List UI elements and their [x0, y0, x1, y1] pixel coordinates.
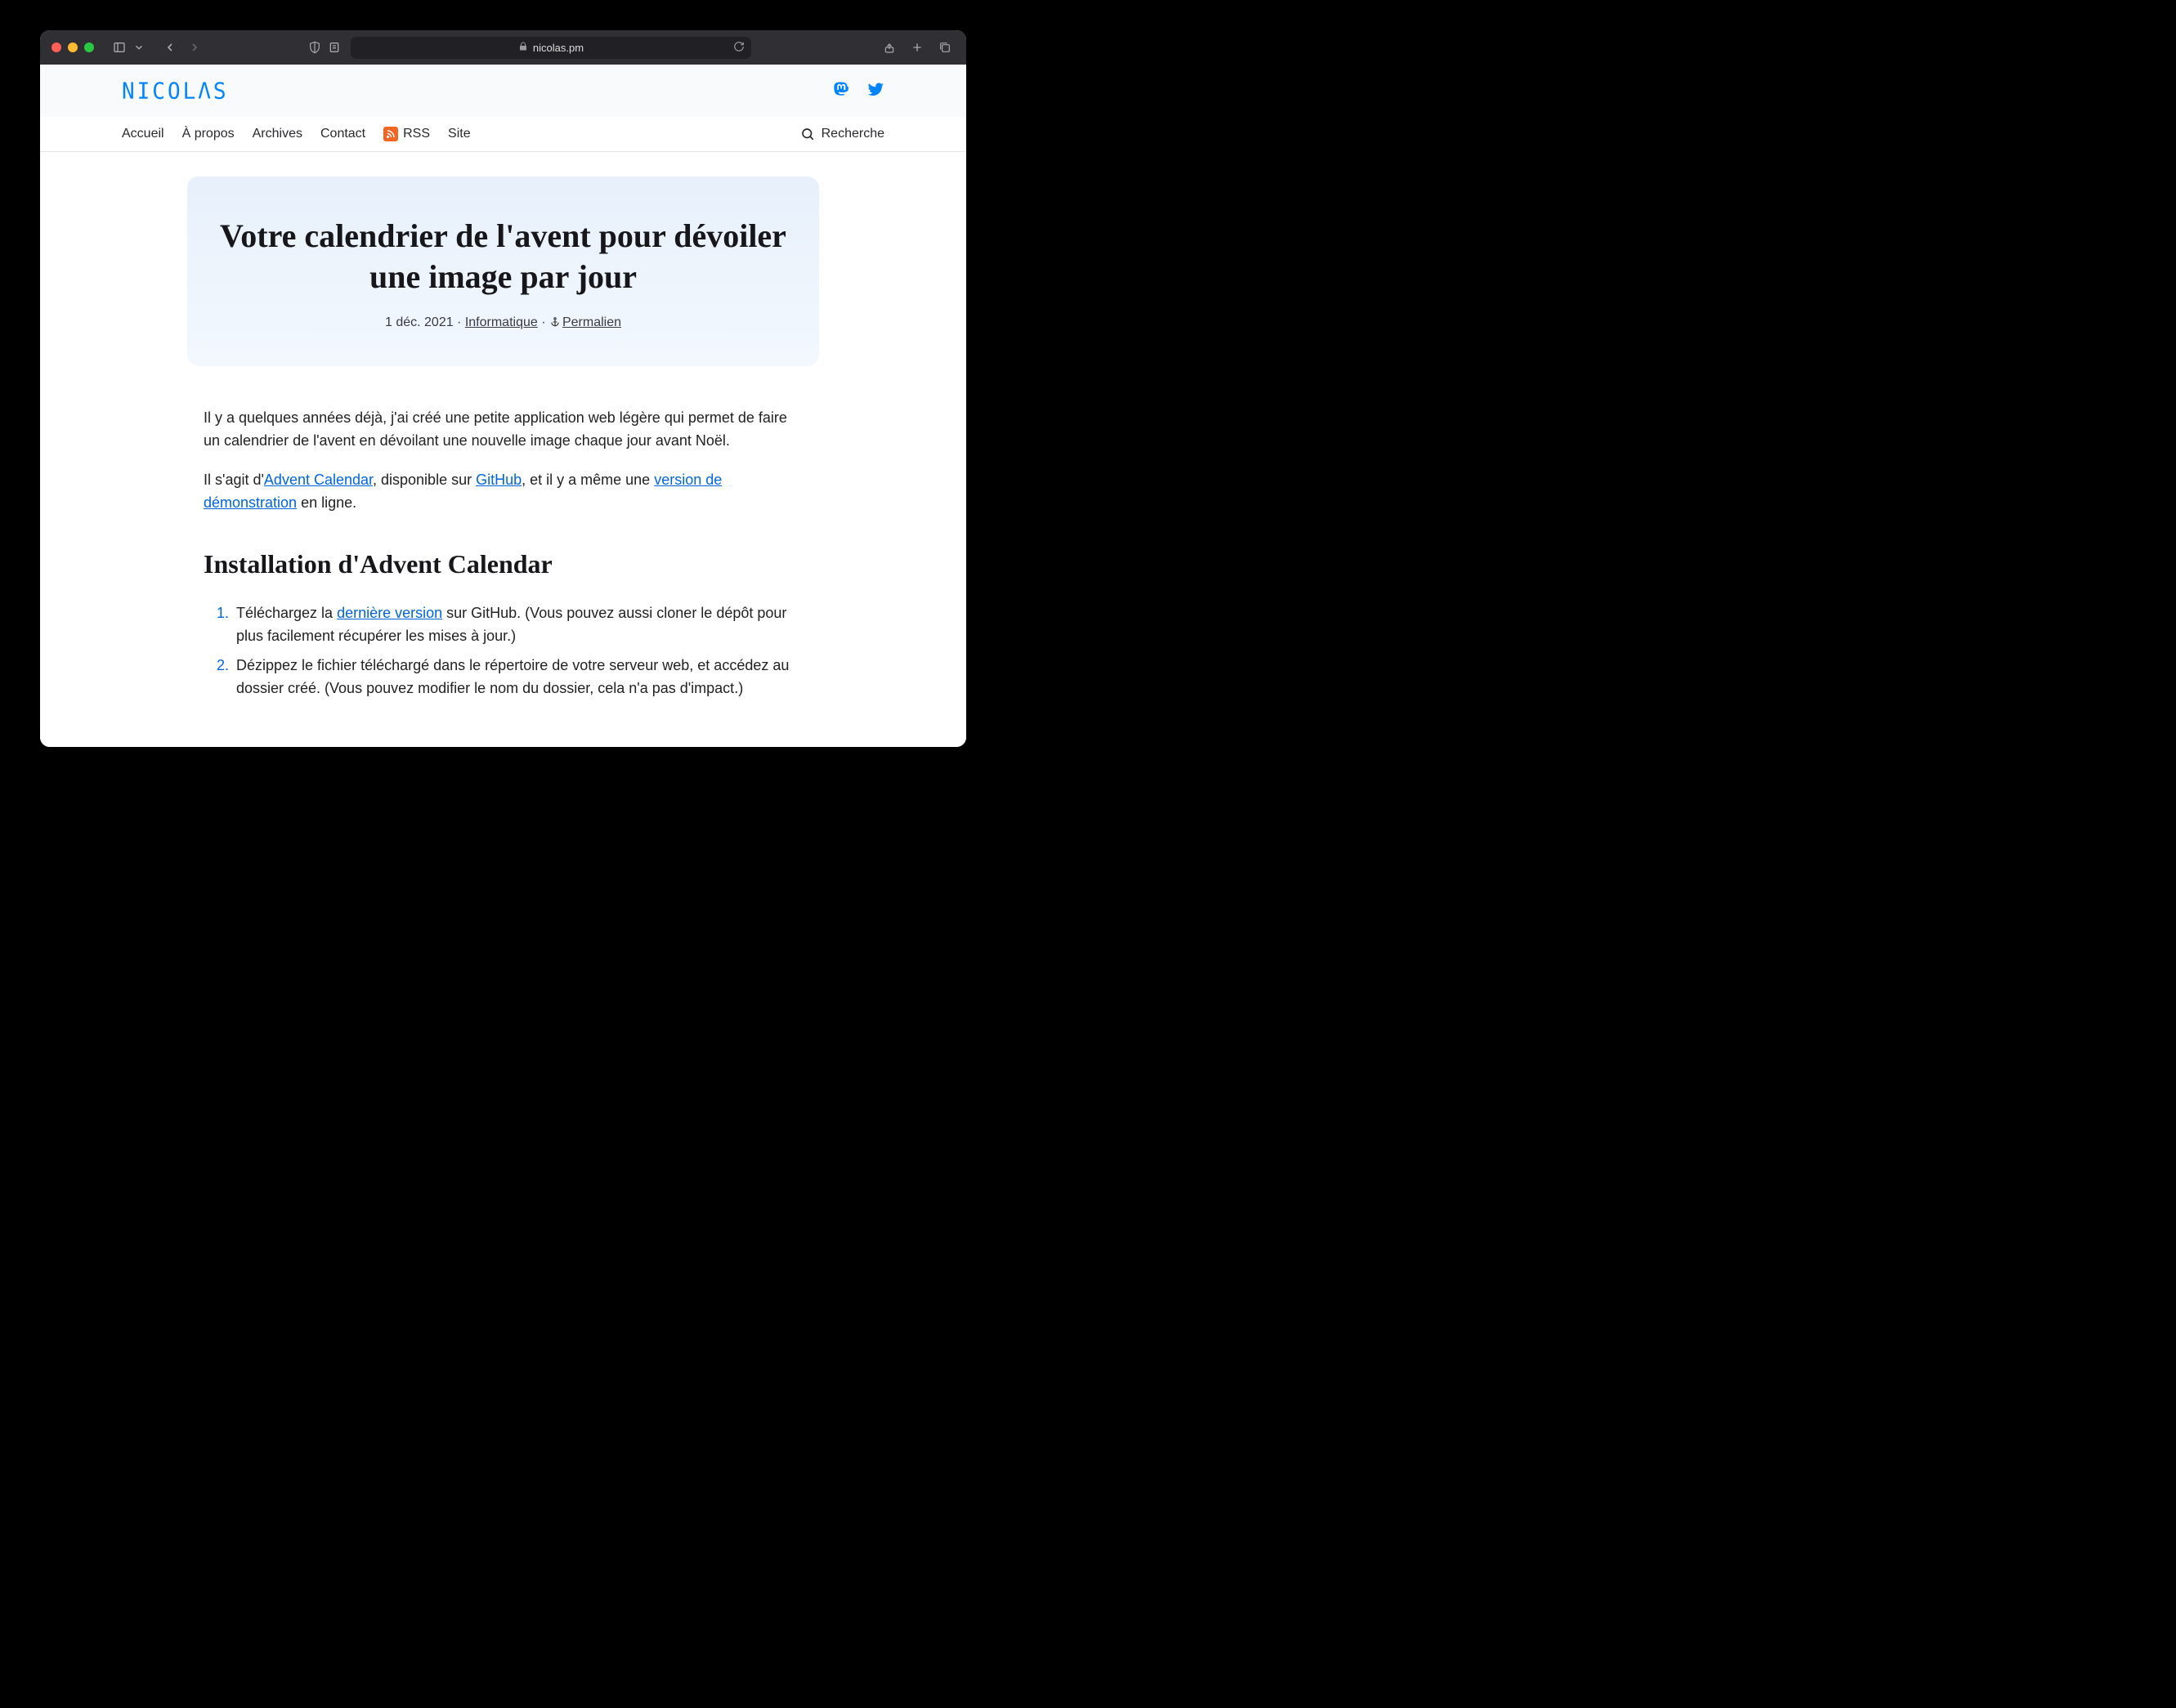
sidebar-toggle-button[interactable] [109, 37, 130, 58]
nav-home[interactable]: Accueil [122, 127, 164, 141]
back-button[interactable] [159, 37, 181, 58]
paragraph: Il y a quelques années déjà, j'ai créé u… [204, 407, 803, 453]
url-text: nicolas.pm [533, 42, 584, 54]
article-permalink[interactable]: Permalien [562, 315, 621, 329]
nav-site[interactable]: Site [448, 127, 471, 141]
list-item: Téléchargez la dernière version sur GitH… [233, 602, 803, 648]
forward-button[interactable] [184, 37, 205, 58]
reload-button[interactable] [733, 41, 745, 55]
paragraph: Il s'agit d'Advent Calendar, disponible … [204, 469, 803, 515]
mastodon-link[interactable] [832, 81, 849, 102]
nav-archives[interactable]: Archives [253, 127, 302, 141]
search-icon [800, 127, 815, 141]
titlebar: nicolas.pm [40, 30, 966, 65]
nav-rss-label: RSS [403, 127, 430, 141]
format-icon[interactable] [328, 37, 341, 58]
list-item: Dézippez le fichier téléchargé dans le r… [233, 655, 803, 700]
article-meta: 1 déc. 2021 · Informatique · Permalien [220, 315, 786, 332]
twitter-link[interactable] [867, 81, 884, 102]
window-controls [51, 42, 94, 52]
address-bar[interactable]: nicolas.pm [351, 37, 751, 59]
link-github[interactable]: GitHub [476, 472, 522, 488]
article-body: Il y a quelques années déjà, j'ai créé u… [204, 407, 803, 700]
chevron-down-icon[interactable] [133, 37, 145, 58]
site-logo[interactable]: NICOLΛS [122, 78, 229, 105]
nav-about[interactable]: À propos [182, 127, 235, 141]
share-button[interactable] [879, 37, 900, 58]
article-category[interactable]: Informatique [465, 315, 538, 329]
lock-icon [518, 42, 528, 54]
search-button[interactable]: Recherche [800, 127, 884, 141]
article-hero: Votre calendrier de l'avent pour dévoile… [187, 177, 819, 366]
new-tab-button[interactable] [907, 37, 928, 58]
browser-window: nicolas.pm NICOLΛS [40, 30, 966, 747]
social-links [832, 81, 884, 102]
page-content: NICOLΛS Accueil À propos Archives Contac… [40, 65, 966, 747]
nav-contact[interactable]: Contact [320, 127, 365, 141]
section-heading: Installation d'Advent Calendar [204, 544, 803, 585]
rss-icon [383, 127, 398, 141]
close-window-button[interactable] [51, 42, 61, 52]
site-header: NICOLΛS [40, 65, 966, 117]
nav-rss[interactable]: RSS [383, 127, 430, 141]
anchor-icon [549, 316, 561, 332]
link-latest-release[interactable]: dernière version [337, 605, 442, 621]
article-date: 1 déc. 2021 [385, 315, 454, 329]
tabs-overview-button[interactable] [934, 37, 956, 58]
search-label: Recherche [822, 127, 884, 141]
article-title: Votre calendrier de l'avent pour dévoile… [220, 216, 786, 297]
zoom-window-button[interactable] [84, 42, 94, 52]
main-nav: Accueil À propos Archives Contact RSS Si… [40, 117, 966, 152]
minimize-window-button[interactable] [68, 42, 78, 52]
shield-icon[interactable] [308, 37, 321, 58]
link-advent-calendar[interactable]: Advent Calendar [264, 472, 373, 488]
